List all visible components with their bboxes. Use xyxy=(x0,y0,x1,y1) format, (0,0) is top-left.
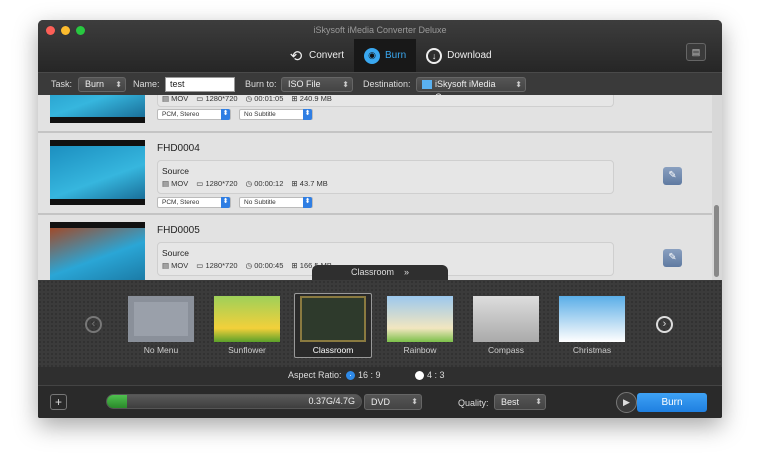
menu-compass[interactable]: Compass xyxy=(472,296,540,355)
file-list: ▤ MOV ▭ 1280*720 ◷ 00:01:05 ⊞ 240.9 MB PCM,… xyxy=(38,95,712,280)
file-size: 240.9 MB xyxy=(299,95,332,103)
burn-button[interactable]: Burn xyxy=(637,393,707,412)
disc-type-select[interactable]: DVD xyxy=(364,394,422,410)
titlebar: iSkysoft iMedia Converter Deluxe ⟲ Conver… xyxy=(38,20,722,72)
scroll-thumb[interactable] xyxy=(714,205,719,277)
menu-label: Classroom xyxy=(312,345,354,355)
video-thumbnail xyxy=(50,140,145,205)
source-label: Source xyxy=(162,166,189,176)
format: MOV xyxy=(171,179,189,188)
menu-label: Compass xyxy=(488,345,524,355)
menu-label: Sunflower xyxy=(228,345,266,355)
video-thumbnail xyxy=(50,95,145,123)
duration: 00:00:12 xyxy=(254,179,284,188)
menu-label: No Menu xyxy=(143,345,179,355)
bottom-bar: + 0.37G/4.7G DVD Quality: Best ▶ Burn xyxy=(38,385,722,418)
subtitle-select[interactable]: No Subtitle xyxy=(239,197,313,208)
task-select[interactable]: Burn xyxy=(78,77,126,92)
video-thumbnail xyxy=(50,222,145,280)
burn-to-label: Burn to: xyxy=(245,79,277,89)
edit-button[interactable]: ✎ xyxy=(663,249,682,267)
tab-burn-label: Burn xyxy=(385,50,407,61)
menu-templates: ‹ No Menu Sunflower Classroom Rainbow Co… xyxy=(38,280,722,367)
subtitle-select[interactable]: No Subtitle xyxy=(239,109,313,120)
disc-usage-bar: 0.37G/4.7G xyxy=(106,394,362,409)
name-input[interactable]: test xyxy=(165,77,235,92)
disc-icon: ◉ xyxy=(364,47,381,64)
app-window: iSkysoft iMedia Converter Deluxe ⟲ Conver… xyxy=(38,20,722,418)
name-label: Name: xyxy=(133,79,160,89)
audio-select[interactable]: PCM, Stereo xyxy=(157,109,231,120)
menu-christmas[interactable]: Christmas xyxy=(558,296,626,355)
preview-play-button[interactable]: ▶ xyxy=(616,392,637,413)
quality-label: Quality: xyxy=(458,398,489,408)
add-file-button[interactable]: + xyxy=(50,394,67,410)
media-browser-button[interactable]: ▤ xyxy=(686,43,706,61)
file-row[interactable]: FHD0004 Source ▤ MOV ▭ 1280*720 ◷ 00:00:12… xyxy=(38,135,712,215)
audio-select[interactable]: PCM, Stereo xyxy=(157,197,231,208)
aspect-opt2-label: 4 : 3 xyxy=(427,370,445,380)
file-size: 43.7 MB xyxy=(299,179,328,188)
menu-no-menu[interactable]: No Menu xyxy=(127,296,195,355)
task-bar: Task: Burn Name: test Burn to: ISO File … xyxy=(38,72,722,102)
destination-label: Destination: xyxy=(363,79,411,89)
source-box: ▤ MOV ▭ 1280*720 ◷ 00:01:05 ⊞ 240.9 MB xyxy=(157,95,614,107)
tab-burn[interactable]: ◉ Burn xyxy=(354,39,417,72)
aspect-opt1-label: 16 : 9 xyxy=(358,370,381,380)
resolution: 1280*720 xyxy=(205,179,238,188)
tab-download-label: Download xyxy=(447,50,492,61)
file-row[interactable]: ▤ MOV ▭ 1280*720 ◷ 00:01:05 ⊞ 240.9 MB PCM,… xyxy=(38,95,712,133)
menu-preview xyxy=(473,296,539,342)
aspect-ratio-bar: Aspect Ratio: 16 : 9 4 : 3 xyxy=(38,367,722,385)
tab-download[interactable]: ↓ Download xyxy=(416,39,501,72)
source-box: Source ▤ MOV ▭ 1280*720 ◷ 00:00:12 ⊞ 43.7 M… xyxy=(157,160,614,194)
disc-usage-fill xyxy=(107,395,128,408)
convert-icon: ⟲ xyxy=(289,47,303,65)
task-label: Task: xyxy=(51,79,73,89)
next-arrow-icon[interactable]: › xyxy=(656,316,673,333)
edit-button[interactable]: ✎ xyxy=(663,167,682,185)
file-title: FHD0004 xyxy=(157,143,200,154)
menu-preview xyxy=(214,296,280,342)
chevron-down-icon: » xyxy=(404,267,410,277)
quality-select[interactable]: Best xyxy=(494,394,546,410)
resolution: 1280*720 xyxy=(205,261,238,270)
menu-preview xyxy=(387,296,453,342)
menu-tab-label: Classroom xyxy=(350,267,394,277)
menu-preview xyxy=(300,296,366,342)
aspect-label: Aspect Ratio: xyxy=(288,370,342,380)
menu-classroom[interactable]: Classroom xyxy=(294,293,372,358)
download-icon: ↓ xyxy=(426,47,443,64)
source-label: Source xyxy=(162,248,189,258)
menu-rainbow[interactable]: Rainbow xyxy=(386,296,454,355)
resolution: 1280*720 xyxy=(205,95,238,103)
menu-preview xyxy=(559,296,625,342)
burn-to-select[interactable]: ISO File xyxy=(281,77,353,92)
format: MOV xyxy=(171,95,189,103)
film-icon xyxy=(128,296,194,342)
aspect-4-3-radio[interactable]: 4 : 3 xyxy=(415,370,445,381)
format: MOV xyxy=(171,261,189,270)
menu-template-toggle[interactable]: Classroom » xyxy=(312,265,448,280)
file-title: FHD0005 xyxy=(157,225,200,236)
folder-icon xyxy=(422,80,432,89)
tab-convert[interactable]: ⟲ Convert xyxy=(278,39,354,72)
tab-convert-label: Convert xyxy=(309,50,345,61)
window-title: iSkysoft iMedia Converter Deluxe xyxy=(313,25,447,35)
prev-arrow-icon[interactable]: ‹ xyxy=(85,316,102,333)
duration: 00:01:05 xyxy=(254,95,284,103)
duration: 00:00:45 xyxy=(254,261,284,270)
menu-label: Christmas xyxy=(572,345,612,355)
destination-select[interactable]: iSkysoft iMedia C... xyxy=(416,77,526,102)
scrollbar[interactable] xyxy=(712,95,722,280)
menu-sunflower[interactable]: Sunflower xyxy=(213,296,281,355)
menu-label: Rainbow xyxy=(403,345,437,355)
disc-usage-text: 0.37G/4.7G xyxy=(308,396,355,406)
aspect-16-9-radio[interactable]: 16 : 9 xyxy=(346,370,381,381)
